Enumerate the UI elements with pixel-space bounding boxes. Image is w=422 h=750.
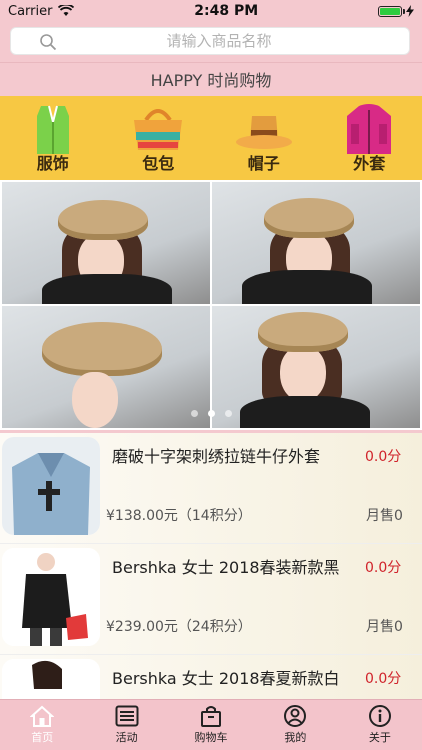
product-image (2, 548, 100, 646)
category-bags[interactable]: 包包 (118, 96, 198, 180)
product-sold: 月售0 (366, 619, 403, 635)
category-label: 外套 (353, 154, 386, 173)
product-list[interactable]: 磨破十字架刺绣拉链牛仔外套 0.0分 ¥138.00元（14积分） 月售0 Be… (0, 433, 422, 699)
cart-icon (201, 706, 222, 727)
product-points: 0.0分 (365, 560, 402, 576)
page-title: HAPPY 时尚购物 (0, 62, 422, 95)
category-jackets[interactable]: 外套 (329, 96, 409, 180)
category-label: 服饰 (36, 154, 69, 173)
product-name: Bershka 女士 2018春装新款黑 (112, 558, 340, 577)
category-bar: 服饰 包包 帽子 外套 (0, 96, 422, 180)
home-icon (30, 705, 55, 727)
carousel-dot-active[interactable] (207, 410, 215, 417)
product-points: 0.0分 (365, 671, 402, 687)
tab-home[interactable]: 首页 (0, 700, 84, 750)
tab-about[interactable]: 关于 (338, 700, 422, 750)
product-price: ¥239.00元（24积分） (106, 619, 252, 635)
status-left: Carrier (8, 3, 75, 19)
battery-icon (377, 5, 405, 17)
category-label: 包包 (142, 154, 175, 173)
list-item[interactable]: Bershka 女士 2018春装新款黑 0.0分 ¥239.00元（24积分）… (0, 544, 422, 655)
search-bar (10, 27, 410, 55)
carrier-label: Carrier (8, 3, 53, 19)
tab-activity[interactable]: 活动 (84, 700, 168, 750)
banner-carousel[interactable] (0, 180, 422, 430)
wifi-icon (58, 5, 75, 16)
search-input[interactable] (11, 27, 409, 55)
product-name: Bershka 女士 2018春夏新款白 (112, 669, 340, 688)
status-right (377, 5, 414, 17)
search-icon (40, 34, 57, 51)
tab-label: 首页 (31, 731, 54, 744)
status-bar: Carrier 2:48 PM (0, 0, 422, 22)
tab-label: 购物车 (194, 731, 228, 744)
carousel-dots[interactable] (0, 410, 422, 417)
banner-photo (2, 182, 210, 304)
product-image (2, 659, 100, 699)
product-points: 0.0分 (365, 449, 402, 465)
tab-label: 我的 (284, 731, 307, 744)
tab-label: 关于 (368, 731, 391, 744)
product-price: ¥138.00元（14积分） (106, 508, 252, 524)
status-time: 2:48 PM (194, 3, 259, 19)
product-name: 磨破十字架刺绣拉链牛仔外套 (112, 447, 321, 466)
carousel-dot[interactable] (224, 410, 232, 417)
category-label: 帽子 (247, 154, 280, 173)
banner-photo (212, 182, 420, 304)
tab-label: 活动 (115, 731, 138, 744)
tab-bar: 首页 活动 购物车 我的 关于 (0, 699, 422, 750)
carousel-dot[interactable] (190, 410, 198, 417)
product-image (2, 437, 100, 535)
list-item[interactable]: 磨破十字架刺绣拉链牛仔外套 0.0分 ¥138.00元（14积分） 月售0 (0, 433, 422, 544)
info-icon (368, 705, 391, 727)
list-icon (115, 705, 139, 727)
product-sold: 月售0 (366, 508, 403, 524)
category-hats[interactable]: 帽子 (224, 96, 304, 180)
tab-cart[interactable]: 购物车 (169, 700, 253, 750)
category-clothing[interactable]: 服饰 (13, 96, 93, 180)
charging-icon (405, 5, 414, 17)
tab-mine[interactable]: 我的 (253, 700, 337, 750)
list-item[interactable]: Bershka 女士 2018春夏新款白 0.0分 (0, 655, 422, 699)
user-icon (284, 705, 307, 727)
